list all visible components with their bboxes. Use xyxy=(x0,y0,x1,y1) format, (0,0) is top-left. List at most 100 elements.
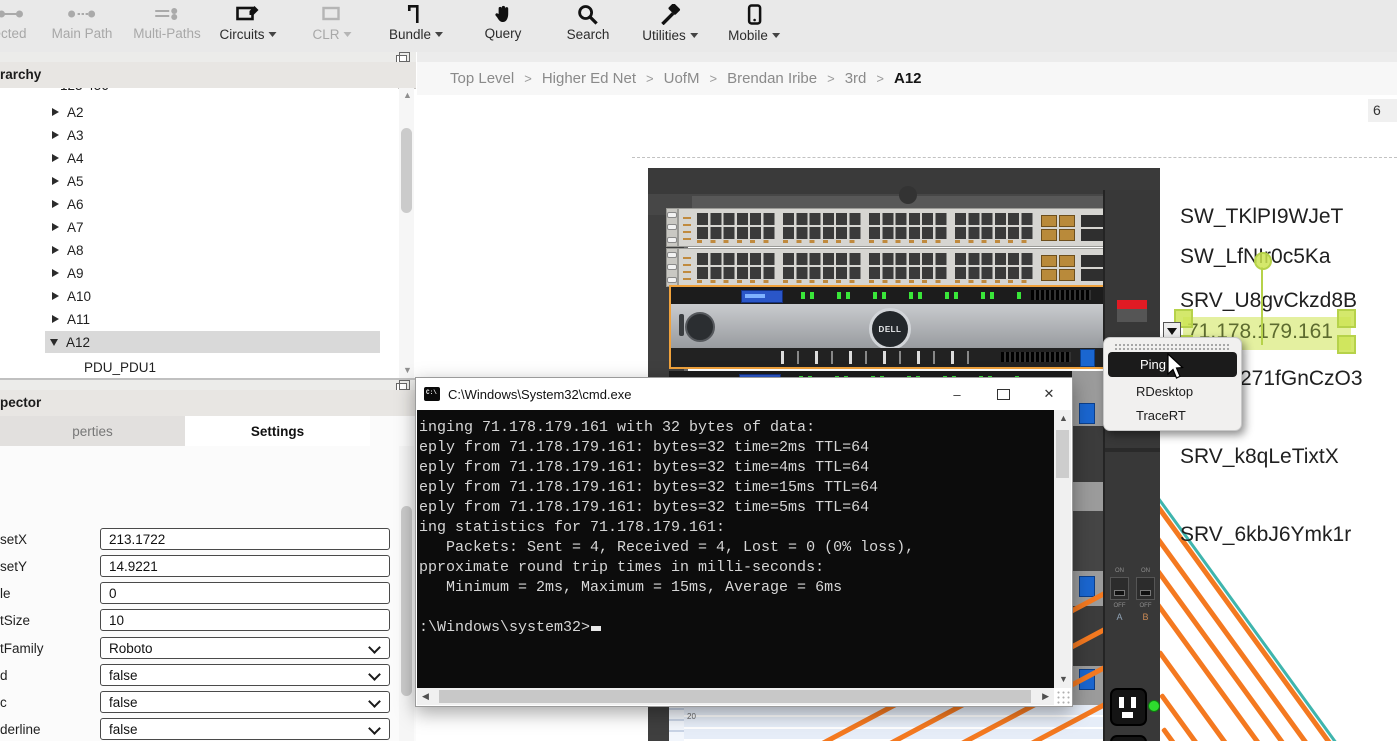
collapse-arrow-icon[interactable] xyxy=(50,339,58,346)
breadcrumb-separator: > xyxy=(524,71,532,86)
scroll-down-icon[interactable]: ▼ xyxy=(1059,675,1068,684)
device-label-partial[interactable]: 271fGnCzO3 xyxy=(1240,367,1363,391)
text-input[interactable] xyxy=(109,586,381,601)
toolbar-item-multi-paths[interactable]: Multi-Paths xyxy=(133,4,201,41)
breadcrumb-item[interactable]: Higher Ed Net xyxy=(542,70,636,87)
toolbar-item-utilities[interactable]: Utilities xyxy=(642,4,698,45)
toolbar-item-ected[interactable]: ected xyxy=(0,4,27,41)
pdu-outlet[interactable] xyxy=(1110,688,1147,726)
scroll-left-icon[interactable]: ◀ xyxy=(422,692,429,701)
expand-arrow-icon[interactable] xyxy=(52,200,59,208)
device-label-srv1[interactable]: SRV_U8gvCkzd8B xyxy=(1180,289,1357,313)
expand-arrow-icon[interactable] xyxy=(52,292,59,300)
expand-arrow-icon[interactable] xyxy=(52,177,59,185)
scrollbar-thumb[interactable] xyxy=(401,506,412,696)
resize-grip[interactable] xyxy=(1056,690,1070,704)
tree-item-a5[interactable]: A5 xyxy=(0,170,380,192)
resize-handle[interactable] xyxy=(1337,309,1356,328)
menu-drag-grip[interactable] xyxy=(1114,343,1231,350)
rotation-handle[interactable] xyxy=(1254,252,1272,270)
text-input[interactable] xyxy=(109,613,381,628)
cmd-horizontal-scrollbar[interactable]: ◀ ▶ xyxy=(417,688,1054,705)
breaker-switch[interactable] xyxy=(1110,577,1129,600)
tree-item-a2[interactable]: A2 xyxy=(0,101,380,123)
tab-settings[interactable]: Settings xyxy=(185,416,370,446)
tree-item-a7[interactable]: A7 xyxy=(0,216,380,238)
tree-item-pdu-pdu1[interactable]: PDU_PDU1 xyxy=(0,356,380,378)
toolbar-item-bundle[interactable]: Bundle xyxy=(389,4,443,44)
field-underline-select[interactable]: false xyxy=(100,718,390,740)
expand-arrow-icon[interactable] xyxy=(52,269,59,277)
panel-top-strip xyxy=(0,380,416,390)
scroll-right-icon[interactable]: ▶ xyxy=(1042,692,1049,701)
maximize-button[interactable] xyxy=(980,378,1026,410)
server-edge-column xyxy=(1072,371,1103,707)
field-fontsize-input[interactable] xyxy=(100,609,390,631)
breaker-on-label: ON xyxy=(1115,568,1124,574)
field-offsety-input[interactable] xyxy=(100,555,390,577)
expand-arrow-icon[interactable] xyxy=(52,315,59,323)
pdu-outlet[interactable] xyxy=(1110,735,1147,741)
tab-properties[interactable]: perties xyxy=(0,416,185,446)
text-input[interactable] xyxy=(109,559,381,574)
toolbar-item-mobile[interactable]: Mobile xyxy=(728,4,780,45)
tree-item-a9[interactable]: A9 xyxy=(0,262,380,284)
expand-arrow-icon[interactable] xyxy=(52,154,59,162)
breadcrumb-item[interactable]: Top Level xyxy=(450,70,514,87)
resize-handle[interactable] xyxy=(1337,335,1356,354)
breaker-switch[interactable] xyxy=(1136,577,1155,600)
tree-item-clipped[interactable]: 123 456 xyxy=(60,88,109,96)
scrollbar-thumb[interactable] xyxy=(401,128,412,213)
cmd-line: inging 71.178.179.161 with 32 bytes of d… xyxy=(419,418,1054,438)
expand-arrow-icon[interactable] xyxy=(52,108,59,116)
breadcrumb-item[interactable]: UofM xyxy=(664,70,700,87)
tree-item-a3[interactable]: A3 xyxy=(0,124,380,146)
sfp-port xyxy=(1059,229,1075,241)
scroll-down-icon[interactable]: ▼ xyxy=(403,366,412,375)
toolbar-item-query[interactable]: Query xyxy=(485,4,522,41)
field-bold-select[interactable]: false xyxy=(100,664,390,686)
switch-device-2[interactable] xyxy=(666,248,1103,287)
scroll-up-icon[interactable]: ▲ xyxy=(403,91,412,100)
field-italic-select[interactable]: false xyxy=(100,691,390,713)
device-label-srv2[interactable]: SRV_k8qLeTixtX xyxy=(1180,445,1339,469)
server-device-selected[interactable]: DELL xyxy=(669,285,1105,369)
toolbar-item-clr[interactable]: CLR xyxy=(312,4,351,44)
expand-arrow-icon[interactable] xyxy=(52,246,59,254)
device-label-sw1[interactable]: SW_TKlPI9WJeT xyxy=(1180,205,1343,229)
device-label-srv3[interactable]: SRV_6kbJ6Ymk1r xyxy=(1180,523,1351,547)
tree-item-a12-selected[interactable]: A12 xyxy=(45,331,380,353)
expand-arrow-icon[interactable] xyxy=(52,223,59,231)
inspector-scrollbar[interactable] xyxy=(399,446,414,741)
scrollbar-thumb[interactable] xyxy=(1056,430,1069,478)
scrollbar-thumb[interactable] xyxy=(439,690,1031,703)
tree-item-a8[interactable]: A8 xyxy=(0,239,380,261)
hierarchy-scrollbar[interactable]: ▲ ▼ xyxy=(399,88,414,378)
minimize-button[interactable]: – xyxy=(934,378,980,410)
cmd-output[interactable]: inging 71.178.179.161 with 32 bytes of d… xyxy=(417,410,1054,688)
menu-item-tracert[interactable]: TraceRT xyxy=(1104,403,1241,427)
toolbar-item-search[interactable]: Search xyxy=(567,4,610,42)
tree-item-a6[interactable]: A6 xyxy=(0,193,380,215)
cmd-title-bar[interactable]: C:\ C:\Windows\System32\cmd.exe – ✕ xyxy=(416,378,1072,410)
cmd-window[interactable]: C:\ C:\Windows\System32\cmd.exe – ✕ ingi… xyxy=(415,377,1073,707)
close-button[interactable]: ✕ xyxy=(1026,378,1072,410)
scroll-up-icon[interactable]: ▲ xyxy=(1059,414,1068,423)
field-angle-input[interactable] xyxy=(100,582,390,604)
text-input[interactable] xyxy=(109,532,381,547)
tree-item-a10[interactable]: A10 xyxy=(0,285,380,307)
cmd-vertical-scrollbar[interactable]: ▲ ▼ xyxy=(1054,410,1071,688)
menu-item-rdesktop[interactable]: RDesktop xyxy=(1104,379,1241,403)
breadcrumb-item[interactable]: Brendan Iribe xyxy=(727,70,817,87)
pdu-device[interactable]: CE UL FC ON OFF A ON OFF B xyxy=(1103,190,1160,741)
switch-device-1[interactable] xyxy=(666,208,1103,247)
field-fontfamily-select[interactable]: Roboto xyxy=(100,637,390,659)
toolbar-item-main-path[interactable]: Main Path xyxy=(52,4,113,41)
field-offsetx-input[interactable] xyxy=(100,528,390,550)
breadcrumb-strip xyxy=(417,52,1397,62)
breadcrumb-item[interactable]: 3rd xyxy=(845,70,867,87)
tree-item-a11[interactable]: A11 xyxy=(0,308,380,330)
expand-arrow-icon[interactable] xyxy=(52,131,59,139)
toolbar-item-circuits[interactable]: Circuits xyxy=(219,4,276,44)
tree-item-a4[interactable]: A4 xyxy=(0,147,380,169)
